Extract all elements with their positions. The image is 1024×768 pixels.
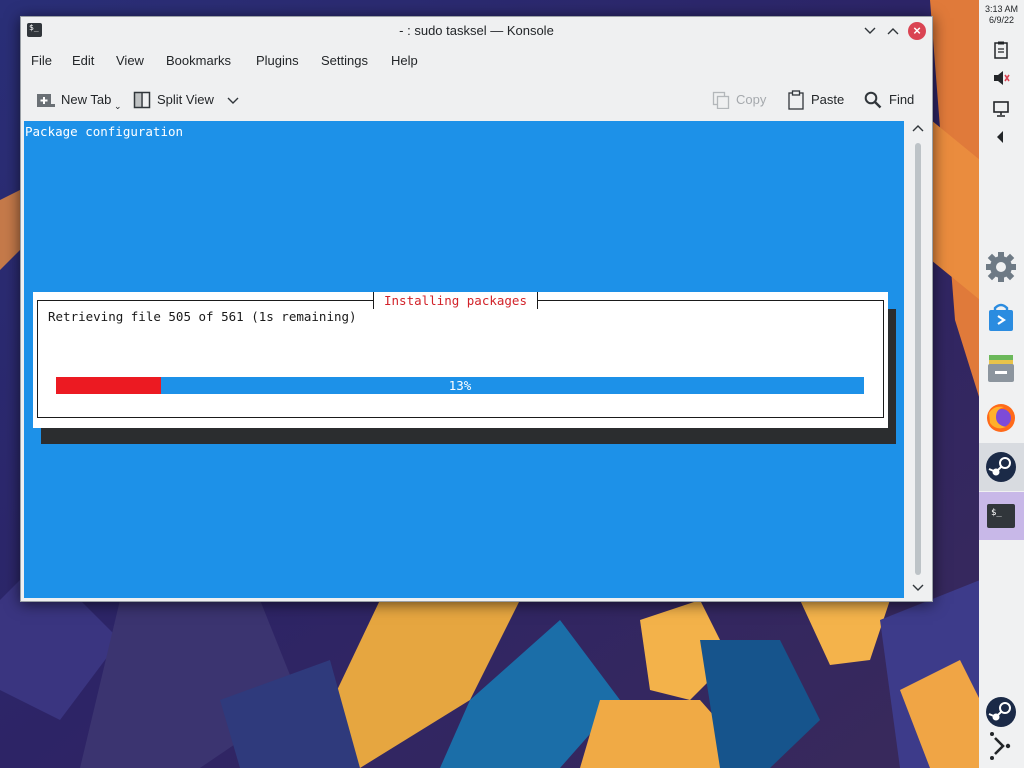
progress-bar: 13% xyxy=(56,377,864,394)
chevron-up-icon xyxy=(887,28,899,35)
find-label: Find xyxy=(889,92,915,107)
new-tab-button[interactable]: New Tab ⌄ xyxy=(36,89,122,111)
scroll-down-icon[interactable] xyxy=(907,583,929,595)
progress-label: 13% xyxy=(448,378,472,393)
copy-button[interactable]: Copy xyxy=(712,89,772,111)
terminal-scrollbar[interactable] xyxy=(907,121,929,598)
settings-icon[interactable] xyxy=(984,250,1018,284)
progress-dialog: Installing packages Retrieving file 505 … xyxy=(33,292,888,428)
clock-date: 6/9/22 xyxy=(988,15,1015,25)
dropdown-arrow-icon: ⌄ xyxy=(114,101,122,111)
paste-button[interactable]: Paste xyxy=(787,89,847,111)
expand-arrow-icon[interactable] xyxy=(991,127,1011,147)
display-icon[interactable] xyxy=(991,99,1011,119)
split-view-icon xyxy=(133,91,151,109)
main-toolbar: New Tab ⌄ Split View Copy Paste Find xyxy=(21,87,932,113)
steam-icon[interactable] xyxy=(984,695,1018,729)
right-panel: 3:13 AM 6/9/22 $_ xyxy=(979,0,1024,768)
terminal-header: Package configuration xyxy=(25,124,184,139)
close-button[interactable]: × xyxy=(908,22,926,40)
volume-muted-icon[interactable] xyxy=(991,68,1011,88)
split-view-label: Split View xyxy=(157,92,214,107)
copy-label: Copy xyxy=(736,92,767,107)
scrollbar-thumb[interactable] xyxy=(915,143,921,575)
menu-view[interactable]: View xyxy=(116,53,144,68)
search-icon xyxy=(864,91,882,109)
new-tab-label: New Tab xyxy=(61,92,112,107)
file-manager-icon[interactable] xyxy=(984,351,1018,385)
dialog-message: Retrieving file 505 of 561 (1s remaining… xyxy=(48,309,357,324)
menu-edit[interactable]: Edit xyxy=(72,53,94,68)
menu-plugins[interactable]: Plugins xyxy=(256,53,299,68)
clock-time: 3:13 AM xyxy=(984,4,1019,14)
minimize-button[interactable] xyxy=(860,21,880,41)
menu-bookmarks[interactable]: Bookmarks xyxy=(166,53,231,68)
chevron-down-icon[interactable] xyxy=(227,97,239,105)
svg-text:$_: $_ xyxy=(991,508,1002,518)
digital-clock[interactable]: 3:13 AM 6/9/22 xyxy=(979,4,1024,26)
paste-icon xyxy=(788,90,804,110)
menu-help[interactable]: Help xyxy=(391,53,418,68)
new-tab-icon xyxy=(37,94,55,107)
terminal-view[interactable]: Package configuration Installing package… xyxy=(24,121,904,598)
paste-label: Paste xyxy=(811,92,845,107)
find-button[interactable]: Find xyxy=(864,89,920,111)
chevron-down-icon xyxy=(864,27,876,34)
scroll-up-icon[interactable] xyxy=(907,123,929,135)
discover-store-icon[interactable] xyxy=(984,301,1018,335)
menu-file[interactable]: File xyxy=(31,53,52,68)
kde-connect-icon[interactable] xyxy=(984,730,1018,764)
konsole-icon[interactable]: $_ xyxy=(984,499,1018,533)
split-view-button[interactable]: Split View xyxy=(133,89,241,111)
clipboard-icon[interactable] xyxy=(991,40,1011,60)
dialog-title: Installing packages xyxy=(373,292,538,309)
menu-settings[interactable]: Settings xyxy=(321,53,368,68)
window-title: - : sudo tasksel — Konsole xyxy=(399,23,554,38)
copy-icon xyxy=(712,91,730,109)
close-icon: × xyxy=(913,23,921,38)
maximize-button[interactable] xyxy=(883,21,903,41)
steam-icon[interactable] xyxy=(984,450,1018,484)
firefox-icon[interactable] xyxy=(984,401,1018,435)
window-titlebar[interactable]: $_ - : sudo tasksel — Konsole × xyxy=(21,17,932,45)
konsole-window: $_ - : sudo tasksel — Konsole × File Edi… xyxy=(20,16,933,602)
